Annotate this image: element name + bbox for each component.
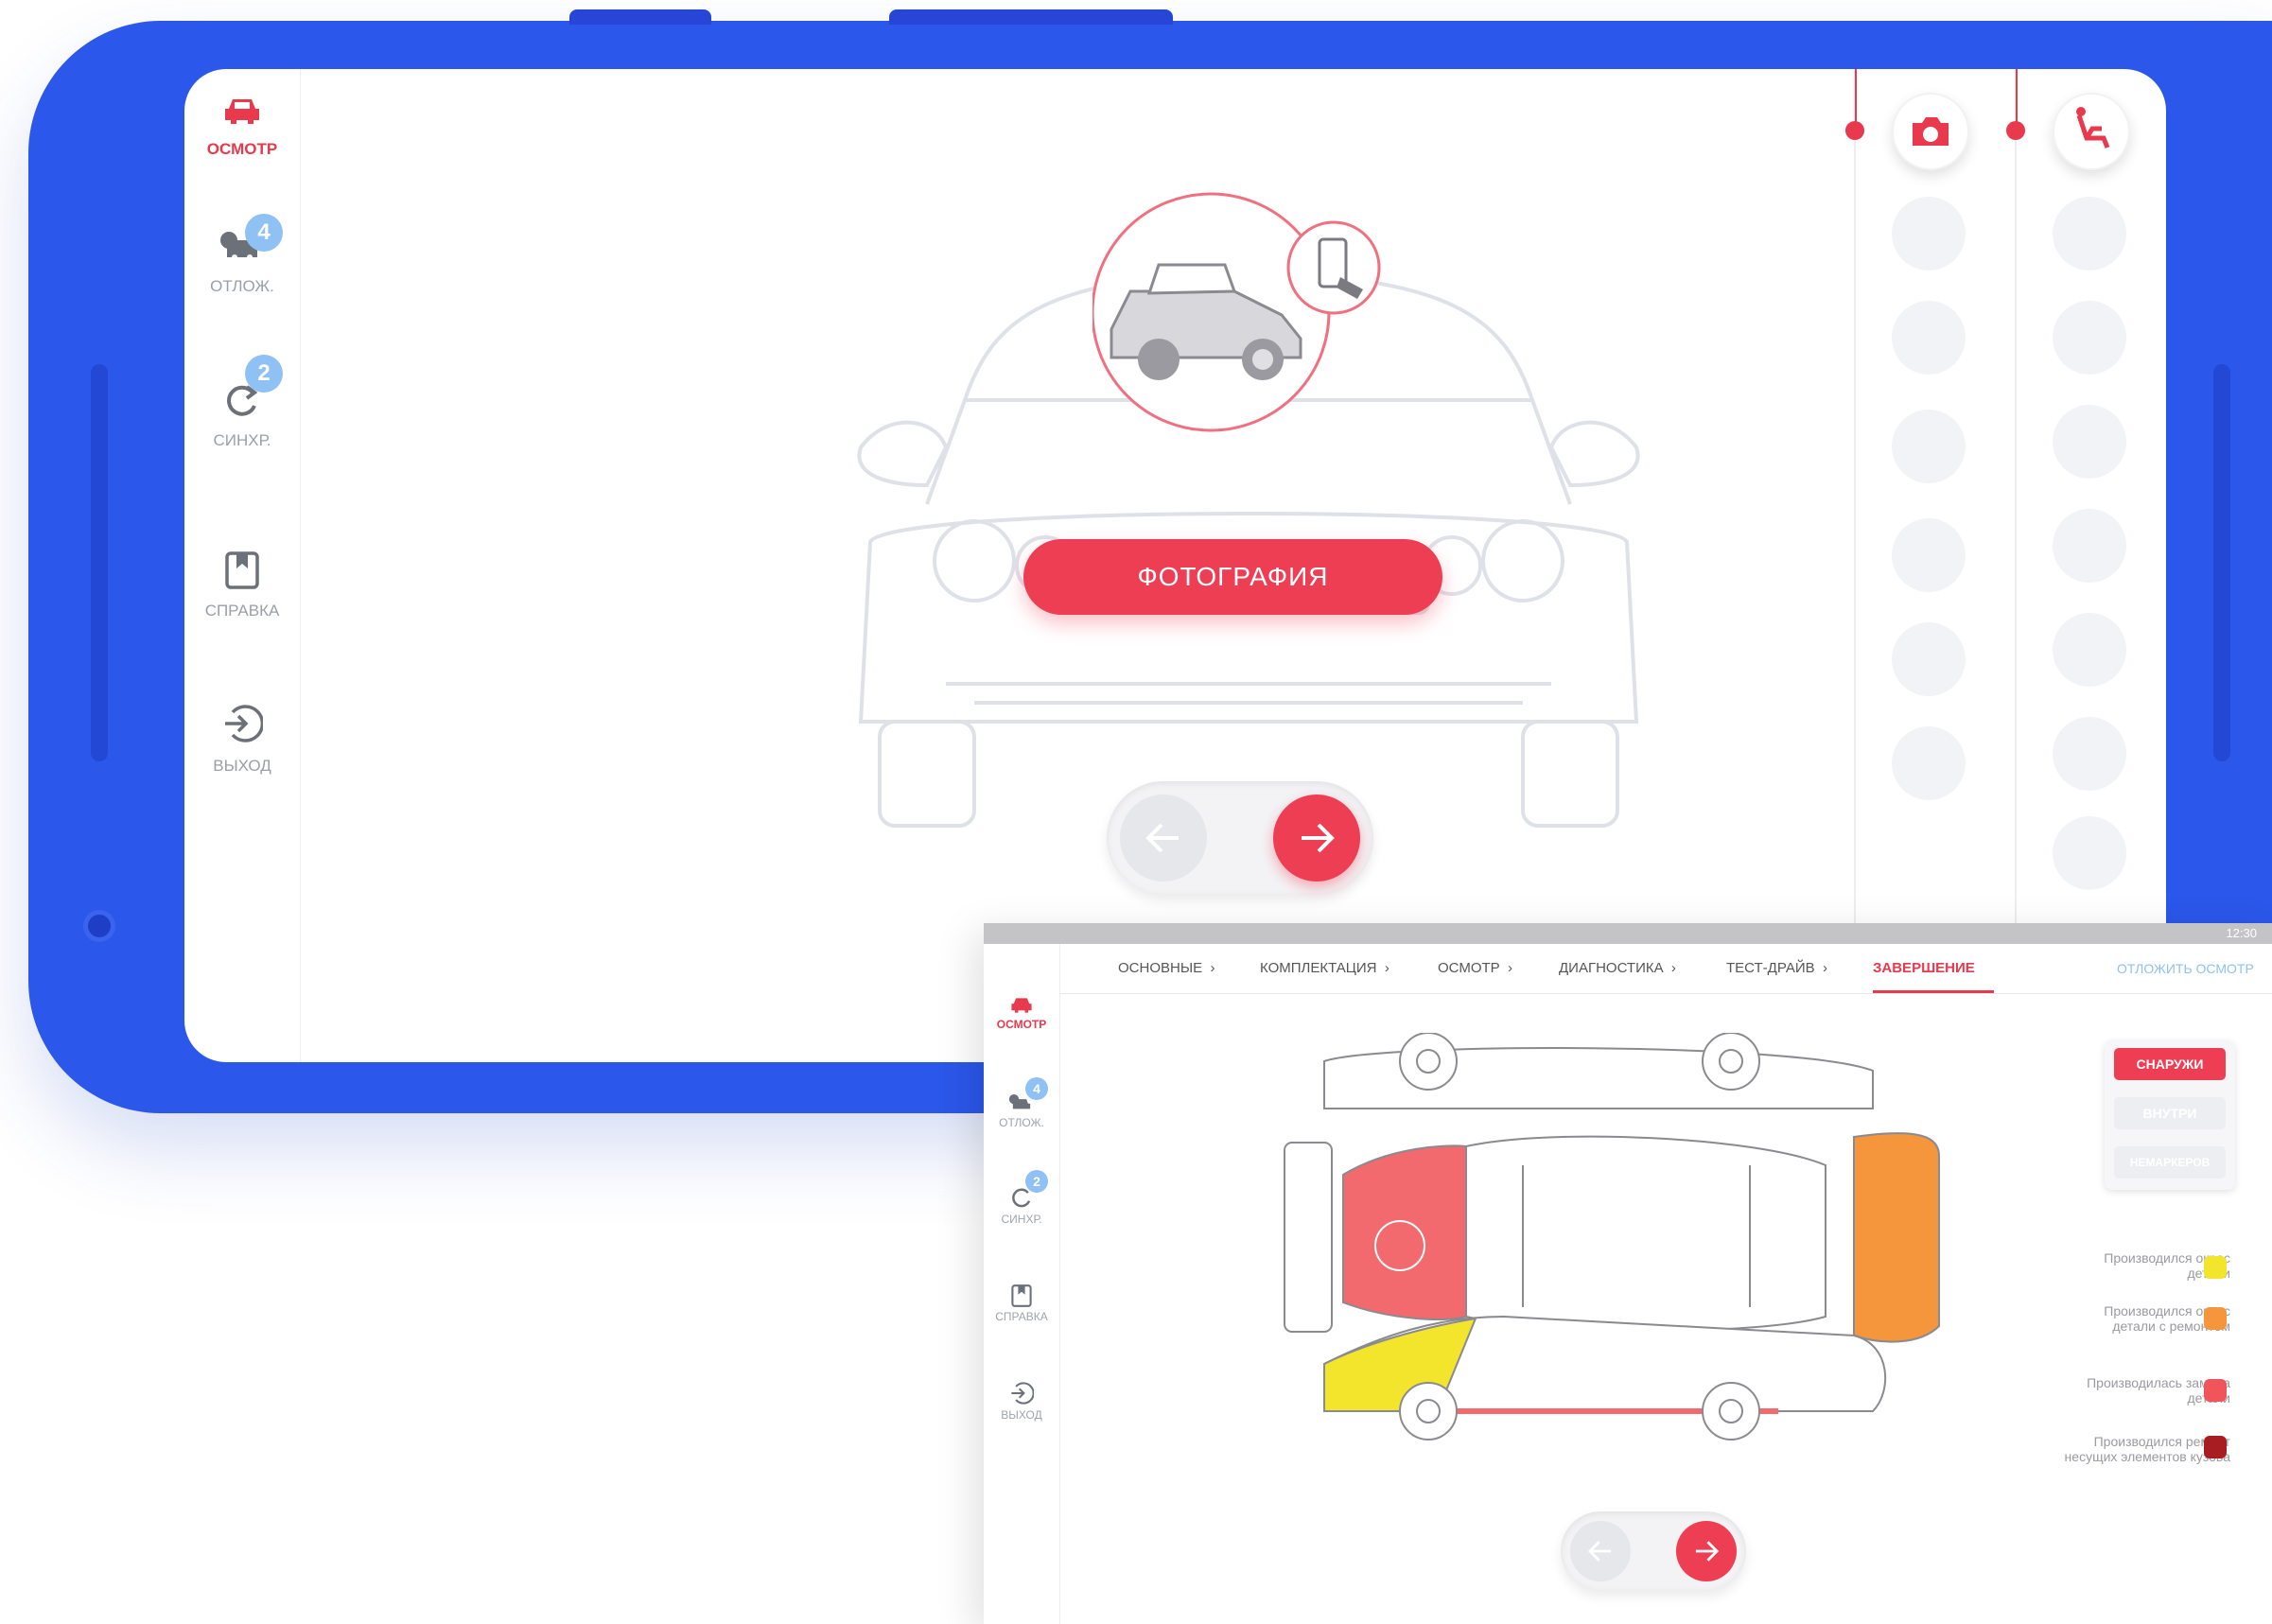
tablet-next-button[interactable]	[1676, 1521, 1737, 1581]
door-icon[interactable]	[2053, 405, 2126, 479]
tablet-prev-button[interactable]	[1570, 1521, 1631, 1581]
tablet-screen: 12:30 ОСМОТР ОТЛОЖ. 4 СИНХР. 2 СПРАВКА В…	[984, 923, 2272, 1624]
sidebar-item-label: ОСМОТР	[206, 140, 278, 158]
car-front-icon[interactable]	[2053, 301, 2126, 375]
tab-diagnostics[interactable]: ДИАГНОСТИКА ›	[1559, 944, 1676, 993]
bookmark-icon	[225, 551, 259, 589]
sidebar-item-label: ВЫХОД	[213, 757, 271, 775]
phone-volume-button	[569, 9, 711, 25]
seat-button[interactable]	[2053, 93, 2130, 170]
tab-completion[interactable]: ЗАВЕРШЕНИЕ	[1873, 944, 1994, 993]
photo-hint-illustration	[1092, 192, 1381, 432]
legend-swatch	[2204, 1436, 2227, 1458]
status-time: 12:30	[2226, 926, 2257, 940]
column-marker-line	[2016, 69, 2018, 126]
dashboard-view-icon[interactable]	[1892, 518, 1966, 592]
step-pager	[1107, 781, 1373, 895]
sidebar-item-postponed[interactable]: ОТЛОЖ. 4	[184, 214, 300, 296]
car-rear-icon[interactable]	[2053, 816, 2126, 890]
sync-count-badge: 2	[245, 355, 283, 393]
interior-photo-column	[2006, 69, 2166, 1062]
status-bar: 12:30	[984, 923, 2272, 944]
arrow-left-icon	[1587, 1541, 1612, 1562]
next-button[interactable]	[1273, 795, 1360, 882]
sidebar: ОСМОТР ОТЛОЖ. 4 СИНХР. 2 СПРАВКА ВЫХОД	[184, 69, 301, 1062]
tab-inspection[interactable]: ОСМОТР ›	[1438, 944, 1512, 993]
arrow-right-icon	[1695, 1541, 1720, 1562]
tablet-sidebar-item-exit[interactable]: ВЫХОД	[984, 1381, 1059, 1422]
tablet-sidebar-item-postponed[interactable]: ОТЛОЖ. 4	[984, 1077, 1059, 1129]
sidebar-item-label: ОТЛОЖ.	[210, 277, 274, 295]
seat-side-icon[interactable]	[2053, 509, 2126, 583]
sidebar-item-label: СИНХР.	[213, 431, 271, 449]
door-view-icon[interactable]	[1892, 726, 1966, 800]
column-marker-line	[1855, 69, 1857, 126]
car-icon	[1011, 998, 1032, 1013]
phone-power-button	[889, 9, 1173, 25]
filter-inside[interactable]: ВНУТРИ	[2114, 1097, 2226, 1129]
photo-button[interactable]: ФОТОГРАФИЯ	[1023, 539, 1442, 615]
filter-no-markers[interactable]: НЕМАРКЕРОВ	[2114, 1146, 2226, 1179]
sidebar-item-inspection[interactable]: ОСМОТР	[184, 96, 300, 159]
camera-icon	[1913, 117, 1949, 146]
tablet-sidebar: ОСМОТР ОТЛОЖ. 4 СИНХР. 2 СПРАВКА ВЫХОД	[984, 944, 1060, 1624]
trunk-icon[interactable]	[2053, 717, 2126, 791]
tab-test-drive[interactable]: ТЕСТ-ДРАЙВ ›	[1726, 944, 1827, 993]
tablet-sidebar-item-help[interactable]: СПРАВКА	[984, 1284, 1059, 1323]
phone-camera	[83, 910, 115, 942]
engine-view-icon[interactable]	[1892, 622, 1966, 696]
phone-screen: ОСМОТР ОТЛОЖ. 4 СИНХР. 2 СПРАВКА ВЫХОД Ф…	[184, 69, 2166, 1062]
hood-view-icon[interactable]	[1892, 197, 1966, 271]
arrow-left-icon	[1145, 823, 1179, 853]
tablet-sidebar-item-inspection[interactable]: ОСМОТР	[984, 996, 1059, 1031]
tablet-sidebar-item-sync[interactable]: СИНХР. 2	[984, 1170, 1059, 1226]
tablet-sidebar-label: СИНХР.	[1001, 1213, 1042, 1226]
tab-basic[interactable]: ОСНОВНЫЕ ›	[1118, 944, 1215, 993]
wizard-tabs: ОСНОВНЫЕ › КОМПЛЕКТАЦИЯ › ОСМОТР › ДИАГН…	[1059, 944, 2272, 994]
bookmark-icon	[1011, 1284, 1032, 1307]
sidebar-item-label: СПРАВКА	[204, 602, 280, 620]
sidebar-item-exit[interactable]: ВЫХОД	[184, 703, 300, 776]
phone-speaker-left	[91, 364, 108, 761]
seat-view-icon[interactable]	[1892, 410, 1966, 483]
postpone-inspection-link[interactable]: ОТЛОЖИТЬ ОСМОТР	[2117, 944, 2254, 993]
car-body-diagram	[1284, 1033, 1940, 1441]
postponed-count-badge: 4	[1025, 1077, 1048, 1100]
exterior-photo-column	[1845, 69, 2017, 1062]
seat-icon	[2076, 107, 2110, 148]
arrow-right-icon	[1302, 823, 1335, 853]
logout-icon	[1011, 1382, 1035, 1405]
postponed-count-badge: 4	[245, 214, 283, 252]
prev-button[interactable]	[1120, 795, 1207, 882]
sidebar-item-sync[interactable]: СИНХР. 2	[184, 355, 300, 450]
logout-icon	[225, 705, 265, 742]
phone-speaker-right	[2213, 364, 2230, 761]
tablet-step-pager	[1561, 1511, 1746, 1591]
grille-view-icon[interactable]	[1892, 301, 1966, 375]
car-icon	[225, 99, 259, 124]
sync-count-badge: 2	[1025, 1170, 1048, 1193]
rear-door-icon[interactable]	[2053, 613, 2126, 687]
legend-swatch	[2204, 1379, 2227, 1402]
legend-swatch	[2204, 1307, 2227, 1330]
car-side-icon[interactable]	[2053, 197, 2126, 271]
tablet-sidebar-label: ВЫХОД	[1001, 1408, 1042, 1422]
legend-swatch	[2204, 1256, 2227, 1279]
camera-button[interactable]	[1892, 93, 1969, 170]
tab-equipment[interactable]: КОМПЛЕКТАЦИЯ ›	[1260, 944, 1389, 993]
sidebar-item-help[interactable]: СПРАВКА	[184, 551, 300, 620]
tablet-sidebar-label: СПРАВКА	[995, 1310, 1048, 1323]
filter-outside[interactable]: СНАРУЖИ	[2114, 1048, 2226, 1080]
tablet-sidebar-label: ОТЛОЖ.	[999, 1116, 1044, 1129]
tablet-sidebar-label: ОСМОТР	[996, 1018, 1047, 1031]
